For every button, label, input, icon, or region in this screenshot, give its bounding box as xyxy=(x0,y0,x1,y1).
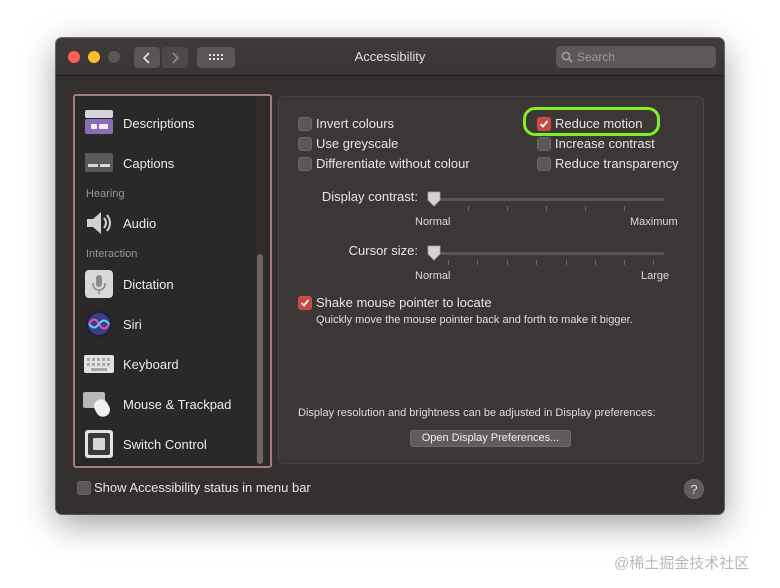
slider-tick xyxy=(653,260,654,265)
display-contrast-max-label: Maximum xyxy=(630,216,678,228)
invert-colours-checkbox[interactable] xyxy=(298,117,312,131)
slider-tick xyxy=(585,206,586,211)
differentiate-without-colour-label: Differentiate without colour xyxy=(316,156,470,171)
sidebar-item-switch-control[interactable]: Switch Control xyxy=(83,427,207,461)
siri-icon xyxy=(83,309,115,339)
search-field[interactable]: Search xyxy=(556,46,716,68)
sidebar-item-audio[interactable]: Audio xyxy=(83,206,156,240)
slider-tick xyxy=(566,260,567,265)
sidebar[interactable]: Descriptions Captions Hearing Audio Inte… xyxy=(73,94,272,468)
invert-colours-label: Invert colours xyxy=(316,116,395,131)
display-contrast-label: Display contrast: xyxy=(321,189,418,204)
watermark: @稀土掘金技术社区 xyxy=(614,555,750,572)
sidebar-item-captions[interactable]: Captions xyxy=(83,146,174,180)
cursor-size-slider-knob[interactable] xyxy=(427,245,441,261)
section-heading-hearing: Hearing xyxy=(86,188,125,200)
sidebar-item-dictation[interactable]: Dictation xyxy=(83,267,174,301)
checkmark-icon xyxy=(300,299,310,307)
open-display-preferences-button[interactable]: Open Display Preferences... xyxy=(410,430,571,447)
speaker-icon xyxy=(83,208,115,238)
cursor-size-max-label: Large xyxy=(641,270,670,282)
sidebar-item-label: Dictation xyxy=(123,276,174,292)
shake-mouse-pointer-checkbox[interactable] xyxy=(298,296,312,310)
differentiate-without-colour-checkbox[interactable] xyxy=(298,157,312,171)
shake-mouse-pointer-description: Quickly move the mouse pointer back and … xyxy=(316,314,633,326)
sidebar-item-label: Captions xyxy=(123,155,175,171)
keyboard-icon xyxy=(83,349,115,379)
slider-tick xyxy=(468,206,469,211)
slider-tick xyxy=(507,206,508,211)
slider-tick xyxy=(448,260,449,265)
slider-tick xyxy=(477,260,478,265)
switch-control-icon xyxy=(83,429,115,459)
increase-contrast-label: Increase contrast xyxy=(555,136,655,151)
microphone-icon xyxy=(83,269,115,299)
help-button[interactable]: ? xyxy=(684,479,704,499)
reduce-motion-highlight-annotation xyxy=(523,107,660,136)
sidebar-item-label: Audio xyxy=(123,215,157,231)
search-icon xyxy=(561,51,573,63)
sidebar-item-label: Switch Control xyxy=(123,436,207,452)
cursor-size-label: Cursor size: xyxy=(348,243,418,258)
captions-icon xyxy=(83,148,115,178)
sidebar-item-label: Descriptions xyxy=(123,115,195,131)
reduce-transparency-checkbox[interactable] xyxy=(537,157,551,171)
slider-tick xyxy=(624,260,625,265)
shake-mouse-pointer-label: Shake mouse pointer to locate xyxy=(316,295,492,310)
slider-tick xyxy=(507,260,508,265)
sidebar-item-label: Siri xyxy=(123,316,142,332)
slider-tick xyxy=(595,260,596,265)
cursor-size-slider-track[interactable] xyxy=(428,252,664,255)
descriptions-icon xyxy=(83,108,115,138)
sidebar-item-label: Mouse & Trackpad xyxy=(123,396,232,412)
show-status-in-menu-bar-label: Show Accessibility status in menu bar xyxy=(94,480,311,495)
title-bar: Accessibility Search xyxy=(56,38,724,76)
display-contrast-slider-knob[interactable] xyxy=(427,191,441,207)
slider-tick xyxy=(536,260,537,265)
sidebar-item-descriptions[interactable]: Descriptions xyxy=(83,106,195,140)
cursor-size-min-label: Normal xyxy=(415,270,451,282)
sidebar-item-siri[interactable]: Siri xyxy=(83,307,142,341)
mouse-icon xyxy=(83,389,115,419)
sidebar-scrollbar-thumb[interactable] xyxy=(257,254,263,464)
sidebar-item-mouse-trackpad[interactable]: Mouse & Trackpad xyxy=(83,387,231,421)
slider-tick xyxy=(624,206,625,211)
increase-contrast-checkbox[interactable] xyxy=(537,137,551,151)
use-greyscale-checkbox[interactable] xyxy=(298,137,312,151)
display-contrast-min-label: Normal xyxy=(415,216,451,228)
display-preferences-note: Display resolution and brightness can be… xyxy=(298,407,656,419)
show-status-in-menu-bar-checkbox[interactable] xyxy=(77,481,91,495)
reduce-transparency-label: Reduce transparency xyxy=(555,156,679,171)
slider-tick xyxy=(546,206,547,211)
display-contrast-slider-track[interactable] xyxy=(428,198,664,201)
accessibility-window: Accessibility Search Descriptions Captio… xyxy=(56,38,724,514)
sidebar-item-label: Keyboard xyxy=(123,356,179,372)
sidebar-item-keyboard[interactable]: Keyboard xyxy=(83,347,179,381)
search-placeholder: Search xyxy=(577,50,616,64)
use-greyscale-label: Use greyscale xyxy=(316,136,399,151)
section-heading-interaction: Interaction xyxy=(86,248,138,260)
